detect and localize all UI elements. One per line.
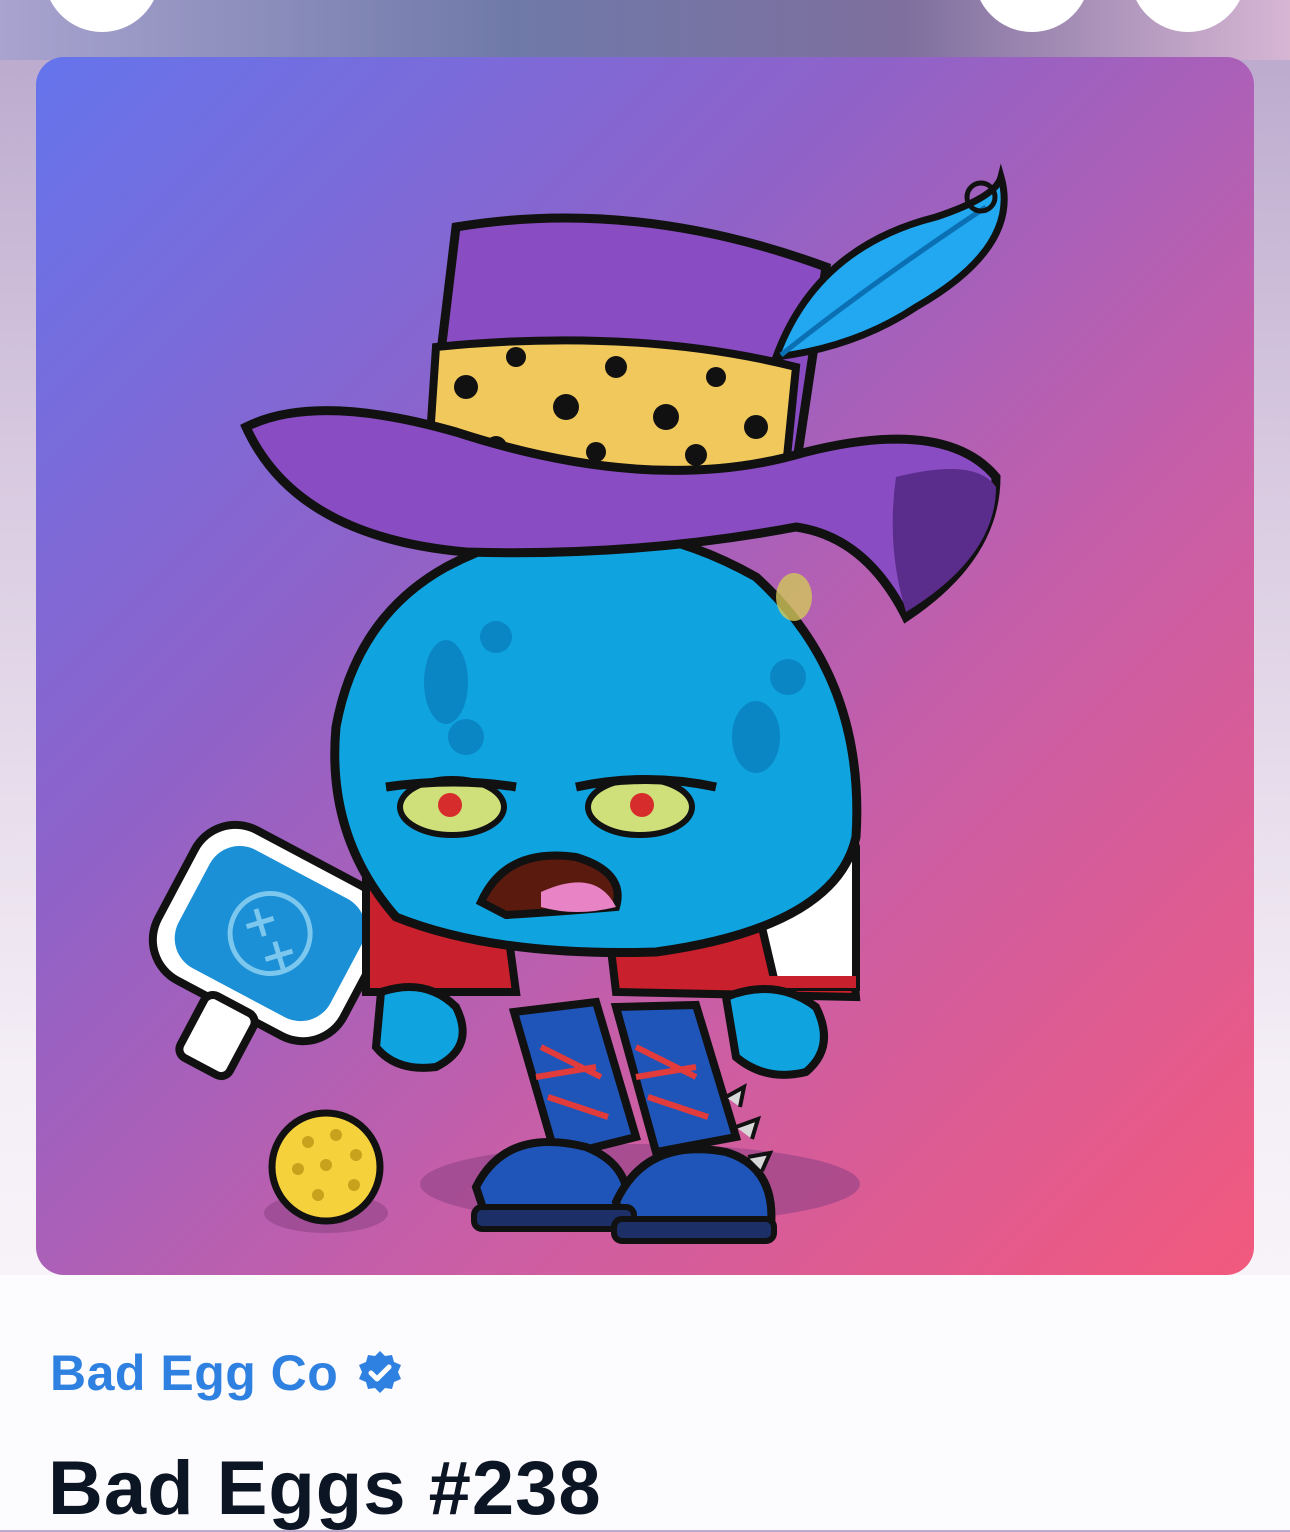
nft-image[interactable]: BE <box>36 57 1254 1275</box>
top-navigation-bar <box>0 0 1290 60</box>
verified-badge-icon <box>356 1349 404 1397</box>
nft-title: Bad Eggs #238 <box>48 1446 602 1531</box>
share-button[interactable] <box>974 0 1090 32</box>
egg-head <box>330 524 862 958</box>
more-button[interactable] <box>1130 0 1246 32</box>
collection-name[interactable]: Bad Egg Co <box>50 1344 338 1402</box>
nft-info-section: Bad Egg Co Bad Eggs #238 <box>0 1275 1290 1531</box>
back-button[interactable] <box>44 0 160 32</box>
collection-row[interactable]: Bad Egg Co <box>50 1345 404 1401</box>
pickleball-ball <box>268 1109 384 1225</box>
pimp-hat <box>240 163 1008 624</box>
bad-egg-illustration: BE <box>148 163 1008 1244</box>
